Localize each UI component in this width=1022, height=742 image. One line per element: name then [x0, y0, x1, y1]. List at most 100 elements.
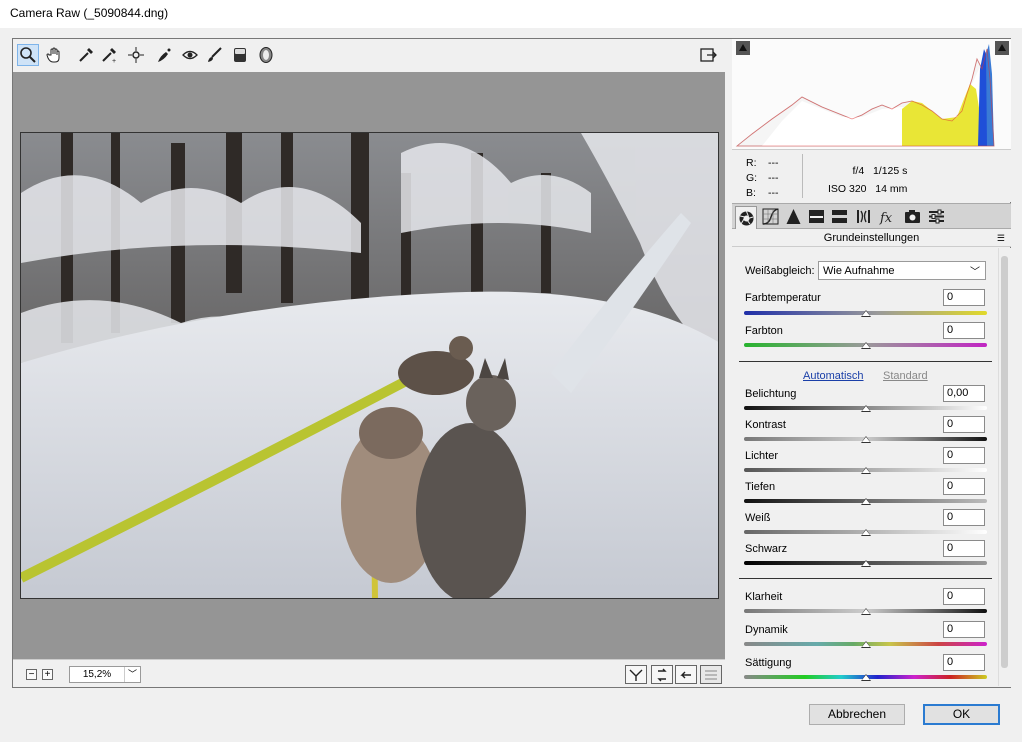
tab-tone-curve[interactable] [759, 206, 781, 227]
shutter-speed: 1/125 s [872, 165, 908, 177]
swap-button[interactable] [651, 665, 673, 684]
camera-icon [904, 210, 920, 223]
contrast-label: Kontrast [745, 419, 786, 431]
shadows-input[interactable]: 0 [943, 478, 985, 495]
ok-button[interactable]: OK [923, 704, 1000, 725]
tab-hsl[interactable] [805, 206, 827, 227]
vibrance-input[interactable]: 0 [943, 621, 985, 638]
preview-toggle-button[interactable] [700, 665, 722, 684]
preview-toggle-icon [705, 670, 717, 679]
radial-filter-icon[interactable] [255, 44, 277, 66]
exposure-label: Belichtung [745, 388, 797, 400]
panel-title: Grundeinstellungen [823, 232, 920, 244]
blacks-input[interactable]: 0 [943, 540, 985, 557]
info-separator [802, 154, 803, 198]
preview-bottom-bar: − + 15,2% ﹀ [13, 659, 725, 687]
zoom-tool-icon[interactable] [17, 44, 39, 66]
aperture: f/4 [852, 165, 865, 177]
whites-label: Weiß [745, 512, 771, 524]
copy-settings-button[interactable] [675, 665, 697, 684]
zoom-in-button[interactable]: + [42, 669, 53, 680]
white-balance-tool-icon[interactable] [75, 44, 97, 66]
saturation-knob[interactable] [860, 674, 871, 681]
exposure-input[interactable]: 0,00 [943, 385, 985, 402]
tab-camera-calibration[interactable] [901, 206, 923, 227]
copy-settings-icon [680, 671, 691, 678]
b-value: --- [768, 187, 779, 199]
contrast-input[interactable]: 0 [943, 416, 985, 433]
tint-knob[interactable] [860, 342, 871, 349]
sliders-icon [928, 209, 944, 224]
shadows-label: Tiefen [745, 481, 776, 493]
toolbar: + [13, 39, 725, 71]
tint-input[interactable]: 0 [943, 322, 985, 339]
white-balance-select[interactable]: Wie Aufnahme ﹀ [818, 261, 986, 280]
open-in-editor-icon[interactable] [697, 44, 719, 66]
zoom-level-select[interactable]: 15,2% ﹀ [69, 666, 141, 683]
spot-removal-tool-icon[interactable] [153, 44, 175, 66]
whites-input[interactable]: 0 [943, 509, 985, 526]
vibrance-knob[interactable] [860, 641, 871, 648]
adjustment-brush-icon[interactable] [203, 44, 225, 66]
scrollbar-thumb[interactable] [1001, 256, 1008, 668]
white-balance-label: Weißabgleich: [745, 265, 815, 277]
clarity-knob[interactable] [860, 608, 871, 615]
zoom-out-button[interactable]: − [26, 669, 37, 680]
chevron-down-icon: ﹀ [124, 667, 140, 682]
photo-preview[interactable] [20, 132, 719, 599]
tab-presets[interactable] [925, 206, 947, 227]
targeted-adjustment-tool-icon[interactable] [125, 44, 147, 66]
iso: ISO 320 [828, 183, 867, 195]
default-link[interactable]: Standard [883, 370, 928, 382]
cancel-button[interactable]: Abbrechen [809, 704, 905, 725]
shadows-knob[interactable] [860, 498, 871, 505]
pixel-info: R: --- G: --- B: --- f/4 1/125 s ISO 320 14… [732, 149, 1011, 202]
aperture-icon [739, 210, 753, 225]
r-value: --- [768, 157, 779, 169]
g-value: --- [768, 172, 779, 184]
clarity-input[interactable]: 0 [943, 588, 985, 605]
tone-curve-icon [762, 208, 778, 225]
color-sampler-tool-icon[interactable]: + [98, 44, 120, 66]
red-eye-tool-icon[interactable] [179, 44, 201, 66]
tab-effects[interactable]: fx [876, 206, 898, 227]
temperature-input[interactable]: 0 [943, 289, 985, 306]
saturation-input[interactable]: 0 [943, 654, 985, 671]
highlights-label: Lichter [745, 450, 779, 462]
highlight-clipping-warning-button[interactable] [995, 41, 1009, 55]
detail-icon [786, 209, 800, 224]
b-label: B: [746, 187, 756, 199]
auto-link[interactable]: Automatisch [803, 370, 864, 382]
blacks-knob[interactable] [860, 560, 871, 567]
hsl-icon [808, 210, 824, 223]
before-after-button[interactable] [625, 665, 647, 684]
highlights-input[interactable]: 0 [943, 447, 985, 464]
panel-tabs: fx [732, 203, 1011, 229]
saturation-label: Sättigung [745, 657, 792, 669]
highlights-knob[interactable] [860, 467, 871, 474]
window-title: Camera Raw (_5090844.dng) [10, 6, 169, 20]
swap-icon [657, 668, 667, 681]
vibrance-label: Dynamik [745, 624, 788, 636]
temperature-knob[interactable] [860, 310, 871, 317]
exposure-knob[interactable] [860, 405, 871, 412]
hand-tool-icon[interactable] [44, 44, 66, 66]
divider [739, 578, 992, 579]
panel-scrollbar[interactable] [998, 248, 1010, 686]
tab-detail[interactable] [782, 206, 804, 227]
svg-text:fx: fx [879, 211, 893, 225]
histogram [732, 39, 1011, 149]
graduated-filter-icon[interactable] [229, 44, 251, 66]
panel-menu-icon[interactable]: ☰ [997, 229, 1005, 247]
tab-lens-corrections[interactable] [852, 206, 874, 227]
contrast-knob[interactable] [860, 436, 871, 443]
lens-icon [856, 210, 870, 223]
clarity-label: Klarheit [745, 591, 783, 603]
tab-basic[interactable] [735, 206, 757, 229]
shadow-clipping-warning-button[interactable] [736, 41, 750, 55]
r-label: R: [746, 157, 757, 169]
fx-icon: fx [879, 211, 893, 225]
tab-split-toning[interactable] [828, 206, 850, 227]
whites-knob[interactable] [860, 529, 871, 536]
camera-info: f/4 1/125 s ISO 320 14 mm [828, 162, 907, 198]
